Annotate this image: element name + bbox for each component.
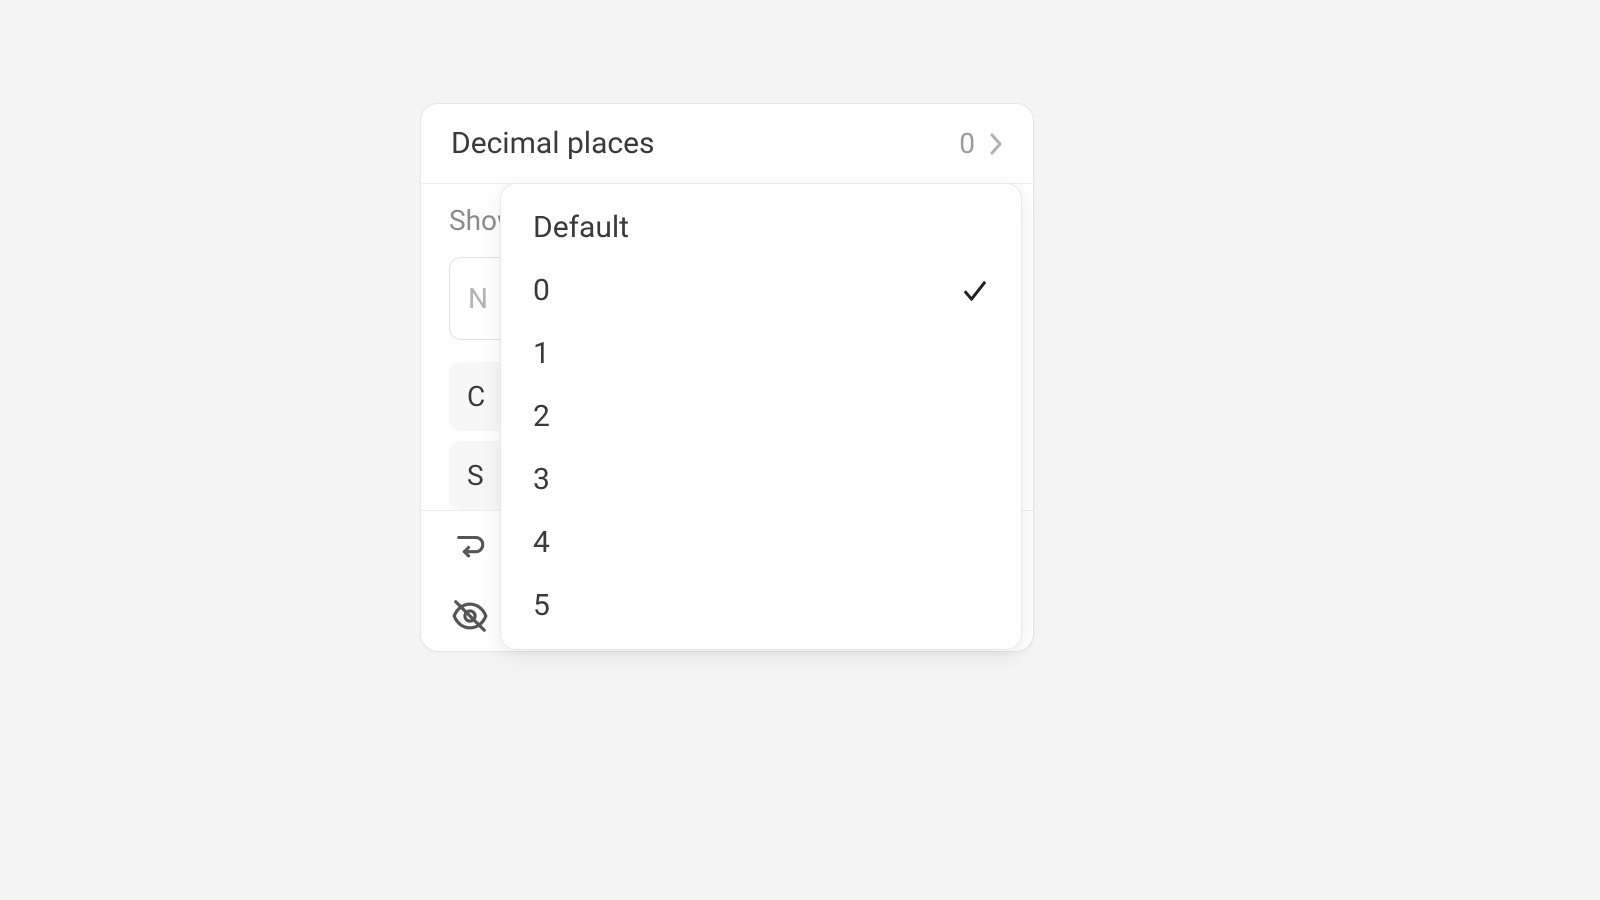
chevron-right-icon bbox=[989, 132, 1003, 156]
dropdown-option-3[interactable]: 3 bbox=[501, 448, 1021, 511]
dropdown-option-label: 2 bbox=[533, 399, 550, 434]
dropdown-option-label: 0 bbox=[533, 273, 550, 308]
dropdown-option-0[interactable]: 0 bbox=[501, 259, 1021, 322]
decimal-places-value: 0 bbox=[959, 127, 975, 160]
dropdown-option-2[interactable]: 2 bbox=[501, 385, 1021, 448]
eye-off-icon bbox=[451, 597, 489, 635]
dropdown-option-label: 5 bbox=[533, 588, 550, 623]
dropdown-option-label: 4 bbox=[533, 525, 550, 560]
wrap-icon bbox=[451, 527, 489, 565]
decimal-places-row[interactable]: Decimal places 0 bbox=[421, 104, 1033, 184]
show-input-placeholder: N bbox=[468, 282, 488, 315]
dropdown-option-label: 1 bbox=[533, 336, 550, 371]
dropdown-option-label: Default bbox=[533, 210, 629, 245]
decimal-places-value-group: 0 bbox=[959, 127, 1003, 160]
dropdown-option-default[interactable]: Default bbox=[501, 196, 1021, 259]
decimal-places-label: Decimal places bbox=[451, 126, 655, 161]
dropdown-option-4[interactable]: 4 bbox=[501, 511, 1021, 574]
check-icon bbox=[961, 277, 989, 305]
dropdown-option-5[interactable]: 5 bbox=[501, 574, 1021, 637]
dropdown-option-label: 3 bbox=[533, 462, 550, 497]
decimal-places-dropdown: Default 0 1 2 3 4 5 bbox=[500, 183, 1022, 650]
dropdown-option-1[interactable]: 1 bbox=[501, 322, 1021, 385]
